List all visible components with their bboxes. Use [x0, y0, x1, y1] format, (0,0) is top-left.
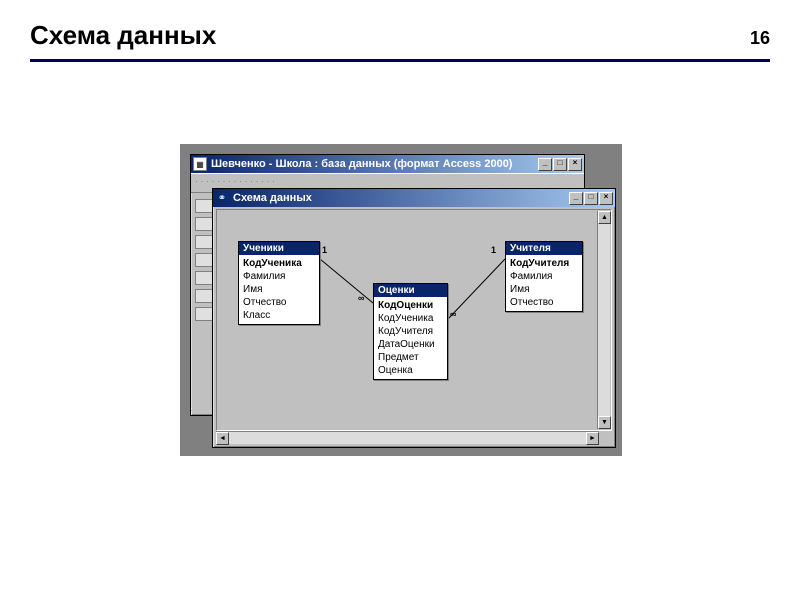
- schema-window: ⚭ Схема данных _ □ × 1 ∞ ∞ 1: [212, 188, 616, 448]
- table-field[interactable]: КодОценки: [378, 299, 443, 312]
- page-title: Схема данных: [30, 20, 216, 51]
- schema-titlebar: ⚭ Схема данных _ □ ×: [213, 189, 615, 207]
- table-field[interactable]: Отчество: [243, 296, 315, 309]
- screenshot-container: ▦ Шевченко - Школа : база данных (формат…: [180, 144, 622, 456]
- close-button[interactable]: ×: [568, 158, 582, 171]
- table-header: Учителя: [506, 242, 582, 255]
- table-field[interactable]: КодУченика: [243, 257, 315, 270]
- resize-grip[interactable]: [599, 431, 612, 444]
- table-учителя[interactable]: Учителя КодУчителя Фамилия Имя Отчество: [505, 241, 583, 312]
- scroll-track[interactable]: [229, 432, 586, 444]
- relation-many-label: ∞: [358, 293, 364, 303]
- table-field[interactable]: КодУчителя: [510, 257, 578, 270]
- schema-canvas[interactable]: 1 ∞ ∞ 1 Ученики КодУченика Фамилия Имя О…: [216, 209, 612, 431]
- scroll-up-icon[interactable]: ▲: [598, 211, 611, 224]
- sidebar-item[interactable]: [195, 217, 213, 231]
- table-оценки[interactable]: Оценки КодОценки КодУченика КодУчителя Д…: [373, 283, 448, 380]
- close-button[interactable]: ×: [599, 192, 613, 205]
- scroll-down-icon[interactable]: ▼: [598, 416, 611, 429]
- table-ученики[interactable]: Ученики КодУченика Фамилия Имя Отчество …: [238, 241, 320, 325]
- access-icon: ▦: [193, 157, 207, 171]
- parent-window-title: Шевченко - Школа : база данных (формат A…: [211, 158, 538, 170]
- table-field[interactable]: Имя: [243, 283, 315, 296]
- table-field[interactable]: КодУчителя: [378, 325, 443, 338]
- relation-many-label: ∞: [450, 309, 456, 319]
- sidebar-item[interactable]: [195, 235, 213, 249]
- table-fields: КодУченика Фамилия Имя Отчество Класс: [239, 255, 319, 324]
- relationships-icon: ⚭: [215, 191, 229, 205]
- sidebar-item[interactable]: [195, 271, 213, 285]
- table-field[interactable]: Фамилия: [510, 270, 578, 283]
- scroll-track[interactable]: [598, 224, 610, 416]
- table-field[interactable]: КодУченика: [378, 312, 443, 325]
- schema-window-title: Схема данных: [233, 192, 569, 204]
- sidebar-item[interactable]: [195, 199, 213, 213]
- table-field[interactable]: Имя: [510, 283, 578, 296]
- table-fields: КодУчителя Фамилия Имя Отчество: [506, 255, 582, 311]
- table-field[interactable]: Оценка: [378, 364, 443, 377]
- maximize-button[interactable]: □: [584, 192, 598, 205]
- minimize-button[interactable]: _: [569, 192, 583, 205]
- table-field[interactable]: Фамилия: [243, 270, 315, 283]
- sidebar-item[interactable]: [195, 307, 213, 321]
- sidebar-item[interactable]: [195, 253, 213, 267]
- table-header: Оценки: [374, 284, 447, 297]
- title-divider: [30, 59, 770, 62]
- page-number: 16: [750, 28, 770, 49]
- table-field[interactable]: Предмет: [378, 351, 443, 364]
- horizontal-scrollbar[interactable]: ◄ ►: [216, 431, 599, 444]
- table-field[interactable]: Отчество: [510, 296, 578, 309]
- table-field[interactable]: ДатаОценки: [378, 338, 443, 351]
- sidebar-item[interactable]: [195, 289, 213, 303]
- minimize-button[interactable]: _: [538, 158, 552, 171]
- scroll-right-icon[interactable]: ►: [586, 432, 599, 445]
- maximize-button[interactable]: □: [553, 158, 567, 171]
- vertical-scrollbar[interactable]: ▲ ▼: [597, 211, 610, 429]
- parent-titlebar: ▦ Шевченко - Школа : база данных (формат…: [191, 155, 584, 173]
- table-fields: КодОценки КодУченика КодУчителя ДатаОцен…: [374, 297, 447, 379]
- relation-one-label: 1: [322, 245, 327, 255]
- table-header: Ученики: [239, 242, 319, 255]
- relation-one-label: 1: [491, 245, 496, 255]
- table-field[interactable]: Класс: [243, 309, 315, 322]
- scroll-left-icon[interactable]: ◄: [216, 432, 229, 445]
